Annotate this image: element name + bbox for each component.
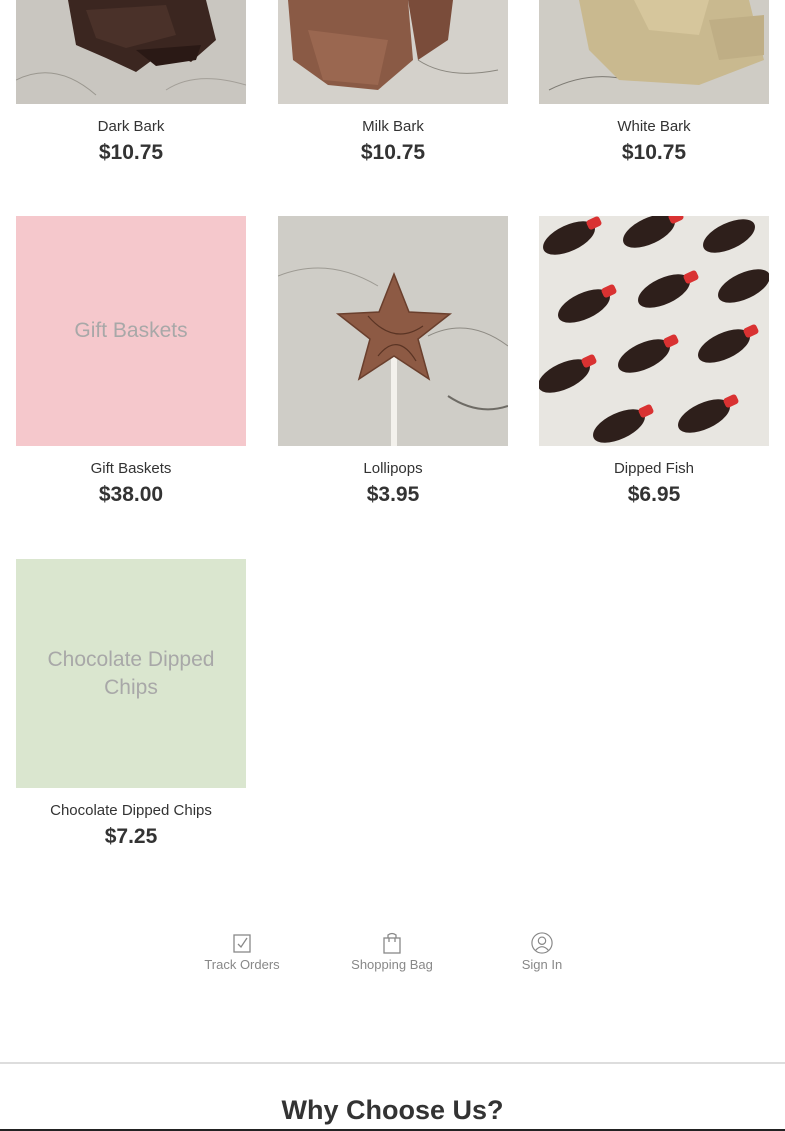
product-image-white-bark[interactable] [539,0,769,104]
product-name[interactable]: Dipped Fish [539,460,769,478]
product-card-white-bark[interactable]: White Bark $10.75 [539,0,769,165]
shopping-bag-icon [383,932,401,954]
product-name[interactable]: Lollipops [278,460,508,478]
placeholder-label: Chocolate Dipped Chips [47,647,215,699]
section-divider [0,1062,785,1064]
product-card-gift-baskets[interactable]: Gift Baskets Gift Baskets $38.00 [16,216,246,507]
product-price: $10.75 [360,141,426,164]
checklist-icon [233,934,251,953]
why-choose-us-heading: Why Choose Us? [281,1095,504,1125]
product-price: $38.00 [98,483,164,506]
product-name[interactable]: Milk Bark [278,118,508,136]
product-image-dipped-fish[interactable] [539,216,769,446]
product-price: $10.75 [621,141,687,164]
product-card-dark-bark[interactable]: Dark Bark $10.75 [16,0,246,165]
product-card-lollipops[interactable]: Lollipops $3.95 [278,216,508,507]
product-card-dipped-fish[interactable]: Dipped Fish $6.95 [539,216,769,507]
shopping-bag-link[interactable]: Shopping Bag [332,932,452,972]
sign-in-link[interactable]: Sign In [482,932,602,972]
product-image-placeholder[interactable]: Gift Baskets [16,216,246,446]
product-name[interactable]: White Bark [539,118,769,136]
product-price: $7.25 [104,825,158,848]
product-image-dark-bark[interactable] [16,0,246,104]
footer-nav: Track Orders Shopping Bag Sign In [0,932,785,982]
product-card-milk-bark[interactable]: Milk Bark $10.75 [278,0,508,165]
sign-in-label: Sign In [521,957,563,972]
product-card-chocolate-dipped-chips[interactable]: Chocolate Dipped Chips Chocolate Dipped … [16,559,246,849]
product-image-lollipops[interactable] [278,216,508,446]
product-price: $10.75 [98,141,164,164]
placeholder-label: Gift Baskets [74,319,188,342]
track-orders-link[interactable]: Track Orders [182,932,302,972]
product-price: $6.95 [627,483,681,506]
product-image-placeholder[interactable]: Chocolate Dipped Chips [16,559,246,788]
product-price: $3.95 [366,483,420,506]
shopping-bag-label: Shopping Bag [351,957,433,972]
product-name[interactable]: Dark Bark [16,118,246,136]
product-name[interactable]: Chocolate Dipped Chips [16,802,246,820]
product-name[interactable]: Gift Baskets [16,460,246,478]
product-image-milk-bark[interactable] [278,0,508,104]
track-orders-label: Track Orders [204,957,280,972]
user-icon [531,932,553,954]
